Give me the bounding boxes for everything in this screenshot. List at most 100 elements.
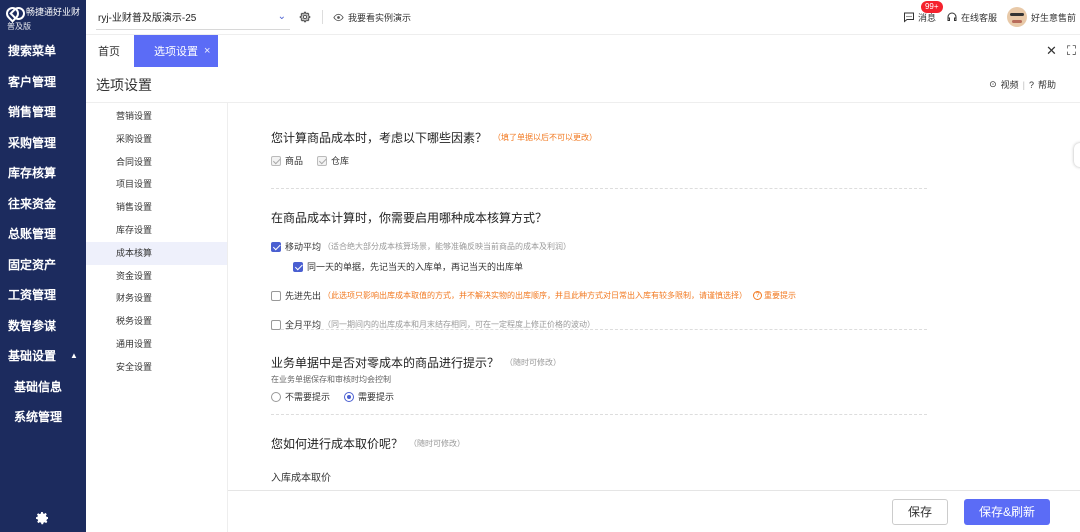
settings-gear-icon[interactable] [298, 10, 312, 24]
help-circle-icon: ? [1028, 79, 1034, 90]
section-hint: （随时可修改） [409, 439, 466, 448]
sidebar-item-label: 基础信息 [14, 379, 63, 394]
checkbox-fifo[interactable] [271, 290, 281, 301]
sub-nav-general[interactable]: 通用设置 [86, 333, 227, 356]
online-support-button[interactable]: 在线客服 [946, 11, 997, 24]
checkbox-label: 移动平均 [285, 242, 322, 252]
top-right-actions: 消息 99+ 在线客服 好生意售前 [903, 0, 1080, 27]
checkbox-monthly-average[interactable] [271, 319, 281, 330]
section-question: 在商品成本计算时，你需要启用哪种成本核算方式？ [271, 211, 548, 225]
sub-nav-contract[interactable]: 合同设置 [86, 151, 227, 174]
sub-nav-marketing[interactable]: 营销设置 [86, 105, 227, 128]
sidebar-item-label: 客户管理 [8, 74, 57, 89]
checkbox-label: 同一天的单据，先记当天的入库单，再记当天的出库单 [307, 262, 524, 272]
sidebar-item-purchase[interactable]: 采购管理 [0, 128, 86, 159]
sub-nav-sales[interactable]: 销售设置 [86, 196, 227, 219]
eye-icon [333, 13, 344, 21]
sidebar-item-label: 工资管理 [8, 288, 57, 302]
checkbox-label: 商品 [285, 156, 304, 166]
important-notice-link[interactable]: ? 重要提示 [753, 290, 796, 301]
sidebar-item-label: 固定资产 [8, 257, 57, 272]
video-link[interactable]: 视频 [1001, 78, 1019, 91]
option-note: （同一期间内的出库成本和月末结存相同，可在一定程度上修正价格的波动） [323, 320, 596, 329]
option-note: （适合绝大部分成本核算场景，能够准确反映当前商品的成本及利润） [323, 242, 572, 251]
help-links: ⊙ 视频 | ? 帮助 [989, 78, 1070, 91]
important-notice-label: 重要提示 [764, 291, 797, 300]
divider: | [1022, 79, 1025, 90]
tab-bar-actions: ✕ ⛶ [1046, 35, 1080, 67]
expand-icon[interactable]: ⛶ [1067, 43, 1076, 59]
checkbox-moving-average[interactable] [271, 241, 281, 252]
sidebar-item-smart-advisor[interactable]: 数智参谋 [0, 311, 86, 342]
section-hint: （随时可修改） [505, 358, 562, 367]
caret-up-icon: ▲ [70, 351, 78, 360]
sidebar-item-ledger[interactable]: 总账管理 [0, 219, 86, 250]
save-button[interactable]: 保存 [892, 498, 948, 525]
checkbox-label: 仓库 [331, 156, 350, 166]
user-menu[interactable]: 好生意售前 [1006, 7, 1076, 27]
checkbox-product[interactable] [271, 155, 281, 166]
demo-link-label: 我要看实例演示 [348, 12, 412, 23]
sub-nav-finance[interactable]: 财务设置 [86, 287, 227, 310]
checkbox-label: 先进先出 [285, 291, 322, 301]
tab-home[interactable]: 首页 [86, 35, 132, 67]
divider [322, 10, 323, 24]
logo-name: 畅捷通好业财 [25, 7, 80, 17]
sidebar-item-fixed-assets[interactable]: 固定资产 [0, 250, 86, 281]
radio-no-prompt[interactable] [271, 391, 281, 402]
checkbox-label: 全月平均 [285, 320, 322, 330]
section-costing-method: 在商品成本计算时，你需要启用哪种成本核算方式？ 移动平均 （适合绝大部分成本核算… [271, 189, 927, 330]
sidebar-item-customer[interactable]: 客户管理 [0, 67, 86, 98]
demo-link[interactable]: 我要看实例演示 [333, 11, 411, 24]
close-tab-icon[interactable]: × [204, 45, 210, 57]
checkbox-same-day-order[interactable] [293, 261, 303, 272]
account-name: ryj-业财普及版演示-25 [98, 13, 197, 24]
section-hint: （填了单据以后不可以更改） [493, 133, 598, 142]
headset-icon [947, 12, 957, 21]
sub-nav-funds[interactable]: 资金设置 [86, 265, 227, 288]
sidebar-item-system-management[interactable]: 系统管理 [0, 402, 86, 433]
close-icon[interactable]: ✕ [1046, 43, 1057, 59]
app-logo[interactable]: 畅捷通好业财 普及版 [0, 0, 86, 36]
sidebar-item-label: 采购管理 [8, 135, 57, 150]
tab-label: 选项设置 [154, 46, 198, 58]
sub-nav-inventory[interactable]: 库存设置 [86, 219, 227, 242]
save-refresh-button[interactable]: 保存&刷新 [964, 498, 1050, 525]
tab-options-settings[interactable]: 选项设置 × [134, 35, 219, 67]
sidebar-item-sales[interactable]: 销售管理 [0, 97, 86, 128]
message-icon [903, 12, 914, 23]
radio-need-prompt[interactable] [344, 391, 355, 402]
sub-nav-project[interactable]: 项目设置 [86, 173, 227, 196]
checkbox-warehouse[interactable] [317, 155, 328, 166]
sidebar-item-label: 基础设置 [8, 349, 57, 363]
inbound-cost-pricing-label: 入库成本取价 [271, 473, 331, 484]
sub-nav-tax[interactable]: 税务设置 [86, 310, 227, 333]
messages-button[interactable]: 消息 99+ [903, 0, 943, 24]
section-zero-cost-prompt: 业务单据中是否对零成本的商品进行提示？ （随时可修改） 在业务单据保存和审核时均… [271, 330, 927, 415]
logo-edition: 普及版 [7, 21, 31, 31]
sidebar-item-inventory[interactable]: 库存核算 [0, 158, 86, 189]
tab-bar: 首页 选项设置 × ✕ ⛶ [86, 34, 1080, 67]
scroll-handle[interactable] [1074, 143, 1080, 167]
account-select[interactable]: ryj-业财普及版演示-25 ⌄ [96, 4, 290, 30]
sidebar-item-search-menu[interactable]: 搜索菜单 [0, 36, 86, 67]
chevron-down-icon: ⌄ [277, 11, 286, 22]
user-name: 好生意售前 [1030, 12, 1076, 23]
support-label: 在线客服 [960, 12, 997, 23]
sub-nav-cost-accounting[interactable]: 成本核算 [86, 241, 227, 265]
sub-nav-purchase[interactable]: 采购设置 [86, 128, 227, 151]
settings-form: 您计算商品成本时，考虑以下哪些因素？ （填了单据以后不可以更改） 商品 仓库 在… [228, 103, 1080, 490]
gear-icon[interactable] [34, 510, 50, 526]
section-cost-pricing: 您如何进行成本取价呢？ （随时可修改） 入库成本取价 [271, 415, 927, 484]
settings-sub-nav: 营销设置 采购设置 合同设置 项目设置 销售设置 库存设置 成本核算 资金设置 … [86, 103, 228, 532]
logo-icon [6, 5, 22, 19]
content-panel: 选项设置 ⊙ 视频 | ? 帮助 营销设置 采购设置 合同设置 项目设置 销售设… [86, 67, 1080, 532]
sidebar-item-payroll[interactable]: 工资管理 [0, 280, 86, 311]
sidebar-item-basic-info[interactable]: 基础信息 [0, 372, 86, 403]
sub-nav-security[interactable]: 安全设置 [86, 356, 227, 379]
sidebar-item-label: 往来资金 [8, 196, 57, 211]
sidebar-item-basic-settings[interactable]: 基础设置 ▲ [0, 341, 86, 372]
help-link[interactable]: 帮助 [1038, 78, 1056, 91]
sidebar: 畅捷通好业财 普及版 搜索菜单 客户管理 销售管理 采购管理 库存核算 往来资金… [0, 0, 86, 532]
sidebar-item-funds[interactable]: 往来资金 [0, 189, 86, 220]
